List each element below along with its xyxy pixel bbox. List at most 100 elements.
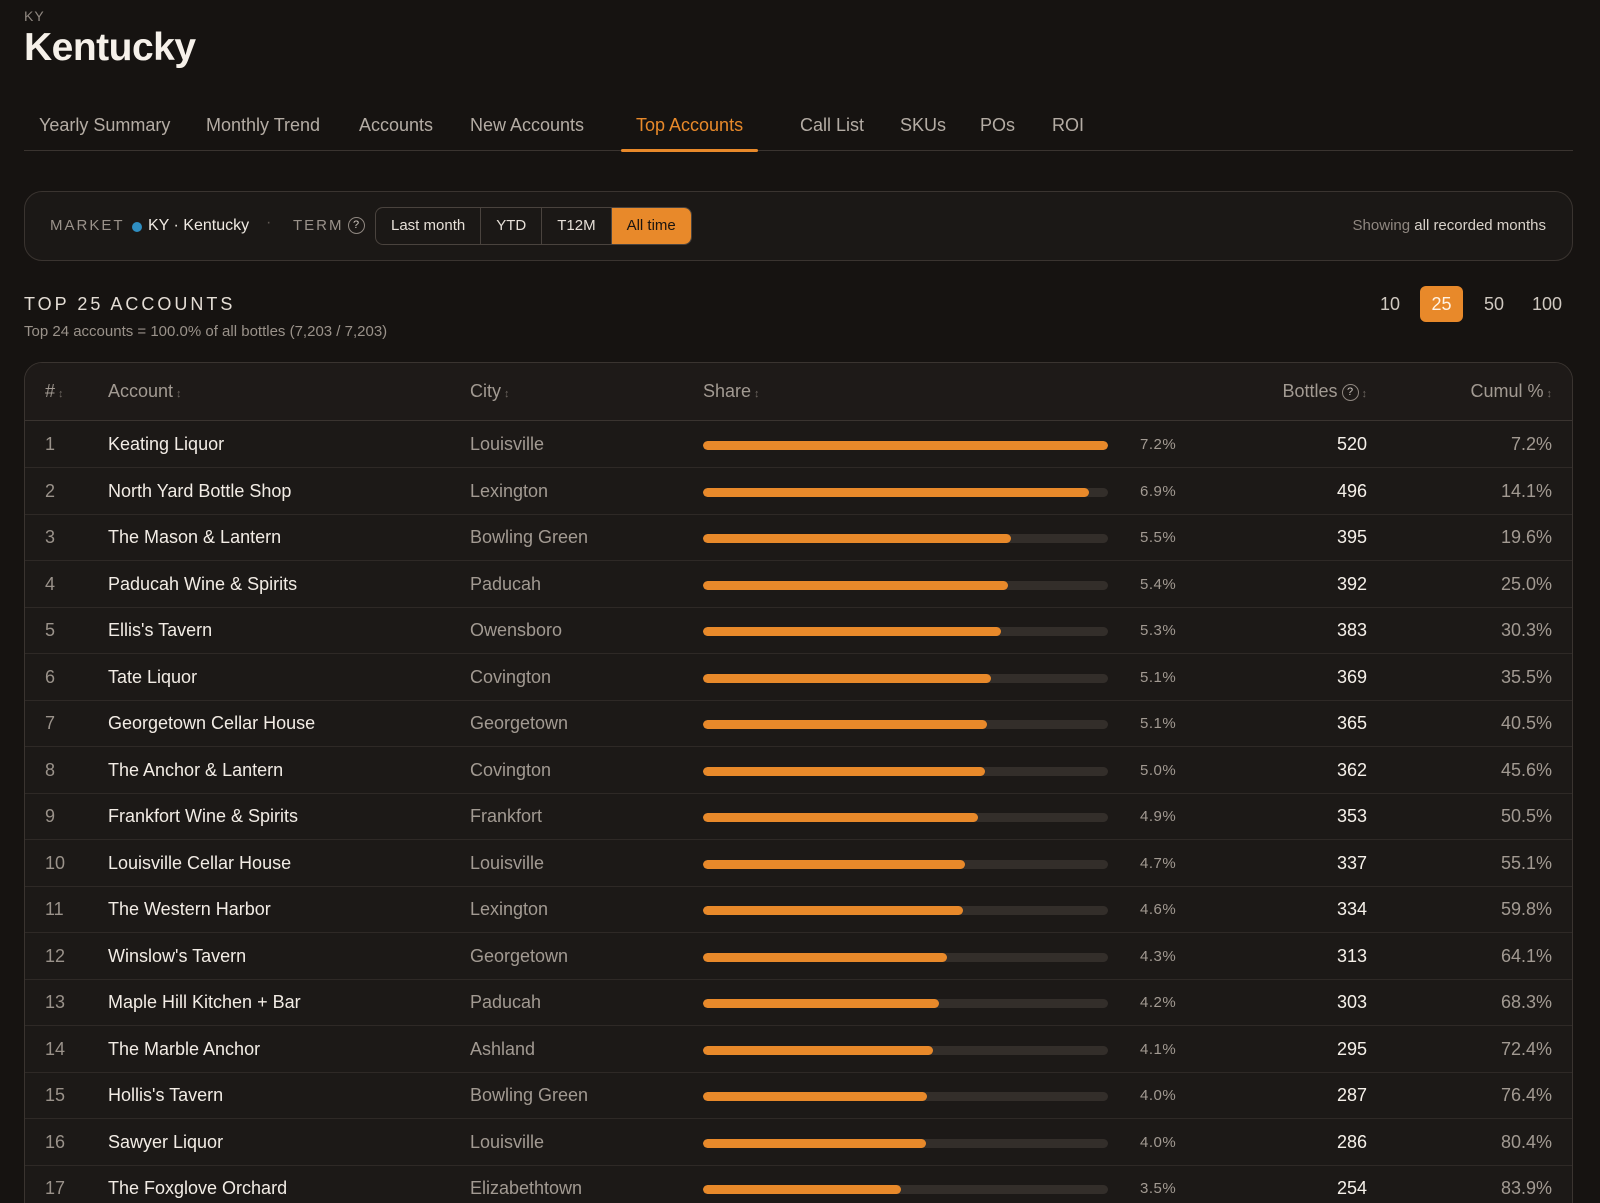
column-header-bottles[interactable]: Bottles? ↕ [1282, 381, 1367, 402]
size-100-button[interactable]: 100 [1521, 286, 1573, 322]
table-row[interactable]: 5 Ellis's Tavern Owensboro 5.3% 383 30.3% [25, 608, 1572, 654]
share-bar-fill [703, 441, 1108, 450]
rank-cell: 3 [45, 527, 56, 547]
share-bar-fill [703, 999, 940, 1008]
size-50-button[interactable]: 50 [1468, 286, 1520, 322]
rank-cell: 11 [45, 899, 64, 919]
table-row[interactable]: 8 The Anchor & Lantern Covington 5.0% 362 45.… [25, 748, 1572, 794]
tab-pos[interactable]: POs [965, 100, 1030, 150]
tab-top-accounts[interactable]: Top Accounts [621, 100, 759, 152]
table-row[interactable]: 1 Keating Liquor Louisville 7.2% 520 7.2% [25, 422, 1572, 468]
rank-cell: 2 [45, 480, 56, 501]
rank-cell: 5 [45, 620, 56, 640]
column-header-cumul[interactable]: Cumul % ↕ [1470, 381, 1552, 402]
term-label-text: TERM [293, 217, 344, 234]
market-value[interactable]: KY · Kentucky [148, 217, 249, 235]
size-25-button[interactable]: 25 [1420, 286, 1463, 322]
tab-new-accounts[interactable]: New Accounts [455, 100, 599, 150]
table-row[interactable]: 10 Louisville Cellar House Louisville 4.7% 3… [25, 841, 1572, 887]
rank-cell: 8 [45, 759, 56, 780]
share-bar [703, 1045, 1108, 1055]
account-name-cell[interactable]: North Yard Bottle Shop [108, 481, 291, 502]
rank-cell: 10 [45, 852, 66, 873]
account-name-cell[interactable]: The Foxglove Orchard [108, 1178, 287, 1199]
share-bar-fill [703, 1045, 933, 1055]
table-row[interactable]: 14 The Marble Anchor Ashland 4.1% 295 72.4% [25, 1027, 1572, 1073]
account-name-cell[interactable]: The Anchor & Lantern [108, 760, 283, 781]
tab-roi[interactable]: ROI [1037, 100, 1099, 150]
share-pct-cell: 5.5% [1140, 529, 1177, 546]
term-segmented-control: Last month YTD T12M All time [375, 207, 692, 245]
table-row[interactable]: 9 Frankfort Wine & Spirits Frankfort 4.9% 35… [25, 794, 1572, 840]
share-bar [703, 813, 1108, 822]
account-name-cell[interactable]: Keating Liquor [108, 434, 224, 455]
help-circle-icon[interactable]: ? [1341, 384, 1359, 401]
account-name-cell[interactable]: Hollis's Tavern [108, 1085, 223, 1106]
city-cell: Owensboro [470, 620, 563, 640]
column-header-city[interactable]: City ↕ [470, 381, 510, 402]
tab-yearly-summary[interactable]: Yearly Summary [24, 100, 185, 150]
tab-skus[interactable]: SKUs [885, 100, 961, 150]
account-name-cell[interactable]: The Marble Anchor [108, 1039, 260, 1060]
table-row[interactable]: 15 Hollis's Tavern Bowling Green 4.0% 287 76.… [25, 1073, 1572, 1119]
share-bar [703, 906, 1108, 915]
column-header-rank[interactable]: # ↕ [45, 381, 64, 402]
share-bar-fill [703, 952, 947, 962]
status-dot-icon [132, 222, 142, 232]
bottles-cell: 496 [1336, 480, 1367, 501]
tab-call-list[interactable]: Call List [785, 100, 879, 150]
city-cell: Covington [470, 666, 552, 687]
table-row[interactable]: 17 The Foxglove Orchard Elizabethtown 3.5% 2… [25, 1166, 1572, 1203]
share-pct-cell: 4.7% [1140, 854, 1177, 872]
table-row[interactable]: 13 Maple Hill Kitchen + Bar Paducah 4.2% 303… [25, 980, 1572, 1026]
filter-bar: MARKET KY · Kentucky · TERM? Last month … [24, 191, 1573, 261]
share-bar [703, 1185, 1108, 1194]
column-header-account[interactable]: Account ↕ [108, 381, 182, 402]
column-header-share[interactable]: Share ↕ [703, 381, 760, 402]
share-bar-fill [703, 720, 988, 729]
term-t12m-button[interactable]: T12M [542, 208, 612, 244]
table-row[interactable]: 4 Paducah Wine & Spirits Paducah 5.4% 392 25.… [25, 562, 1572, 608]
account-name-cell[interactable]: Louisville Cellar House [108, 853, 291, 874]
table-row[interactable]: 12 Winslow's Tavern Georgetown 4.3% 313 64.1% [25, 934, 1572, 980]
help-circle-icon[interactable]: ? [347, 217, 365, 234]
bottles-cell: 286 [1336, 1131, 1367, 1152]
share-bar [703, 1092, 1108, 1101]
term-all-time-button[interactable]: All time [611, 208, 691, 244]
account-name-cell[interactable]: Paducah Wine & Spirits [108, 574, 297, 595]
term-ytd-button[interactable]: YTD [481, 208, 543, 244]
account-name-cell[interactable]: Ellis's Tavern [108, 620, 212, 641]
share-bar-fill [703, 534, 1011, 543]
city-cell: Lexington [470, 480, 549, 501]
share-pct-cell: 5.4% [1140, 575, 1177, 593]
cumul-cell: 68.3% [1500, 992, 1552, 1012]
account-name-cell[interactable]: Winslow's Tavern [108, 946, 246, 967]
rank-cell: 13 [45, 992, 66, 1012]
size-10-button[interactable]: 10 [1364, 286, 1416, 322]
share-bar [703, 673, 1108, 683]
account-name-cell[interactable]: Georgetown Cellar House [108, 713, 315, 734]
account-name-cell[interactable]: Tate Liquor [108, 667, 197, 688]
share-pct-cell: 4.2% [1140, 994, 1177, 1011]
account-name-cell[interactable]: Frankfort Wine & Spirits [108, 806, 298, 827]
table-row[interactable]: 2 North Yard Bottle Shop Lexington 6.9% 496 1… [25, 469, 1572, 515]
cumul-cell: 59.8% [1500, 899, 1552, 919]
market-code: KY [24, 8, 45, 24]
city-cell: Georgetown [470, 945, 569, 966]
account-name-cell[interactable]: The Mason & Lantern [108, 527, 281, 548]
section-title: TOP 25 ACCOUNTS [24, 294, 236, 314]
tab-accounts[interactable]: Accounts [344, 100, 448, 150]
table-row[interactable]: 16 Sawyer Liquor Louisville 4.0% 286 80.4% [25, 1120, 1572, 1166]
share-bar [703, 441, 1108, 450]
account-name-cell[interactable]: Sawyer Liquor [108, 1132, 223, 1153]
table-row[interactable]: 7 Georgetown Cellar House Georgetown 5.1% 36… [25, 701, 1572, 747]
account-name-cell[interactable]: Maple Hill Kitchen + Bar [108, 992, 301, 1013]
cumul-cell: 76.4% [1500, 1085, 1552, 1105]
tab-monthly-trend[interactable]: Monthly Trend [191, 100, 335, 150]
table-row[interactable]: 11 The Western Harbor Lexington 4.6% 334 59.8… [25, 887, 1572, 933]
table-row[interactable]: 6 Tate Liquor Covington 5.1% 369 35.5% [25, 655, 1572, 701]
term-last-month-button[interactable]: Last month [376, 208, 482, 244]
table-row[interactable]: 3 The Mason & Lantern Bowling Green 5.5% 395… [25, 515, 1572, 561]
share-bar-fill [703, 487, 1090, 497]
account-name-cell[interactable]: The Western Harbor [108, 899, 271, 920]
